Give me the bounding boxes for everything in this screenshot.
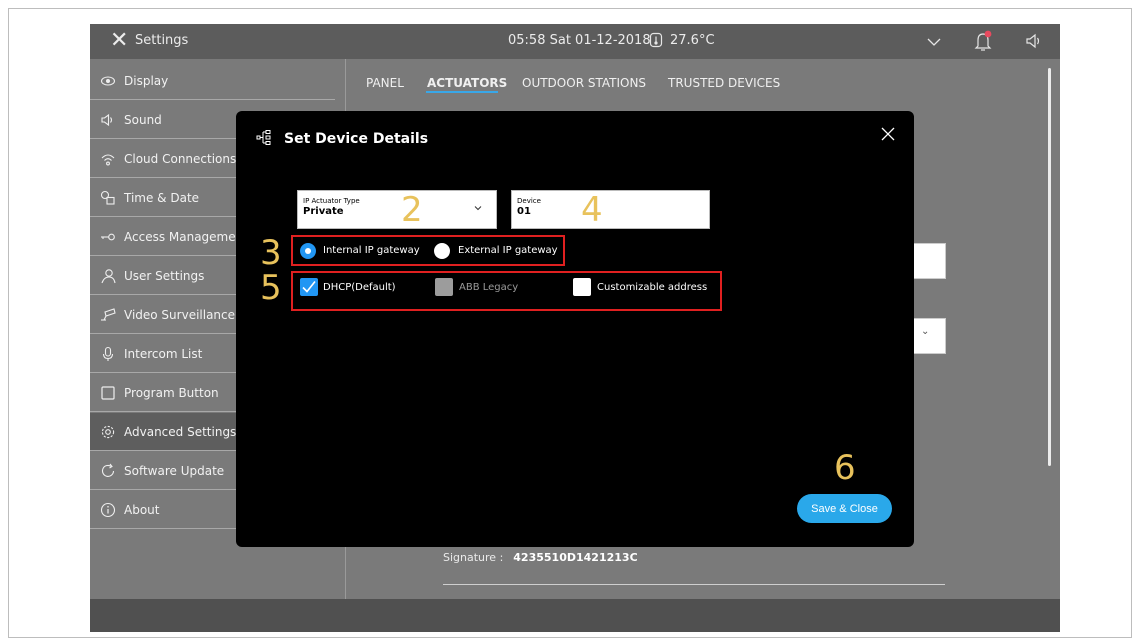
tab-actuators[interactable]: ACTUATORS — [427, 76, 507, 90]
tab-outdoor-stations[interactable]: OUTDOOR STATIONS — [522, 76, 646, 90]
internal-gateway-radio[interactable] — [300, 243, 316, 259]
top-bar: ✕ Settings 05:58 Sat 01-12-2018 27.6°C — [90, 24, 1060, 59]
close-icon[interactable] — [879, 125, 897, 143]
sidebar-item-label: About — [124, 503, 160, 517]
dhcp-checkbox[interactable] — [300, 278, 318, 296]
sidebar-item-label: Video Surveillance — [124, 308, 236, 322]
field-value: 01 — [517, 206, 531, 217]
tab-trusted-devices[interactable]: TRUSTED DEVICES — [668, 76, 780, 90]
chevron-down-icon: ⌄ — [921, 326, 930, 337]
temperature-display: 27.6°C — [670, 33, 715, 48]
dialog-title: Set Device Details — [284, 131, 429, 147]
sidebar-item-label: Cloud Connections — [124, 152, 237, 166]
sidebar-item-label: Time & Date — [124, 191, 200, 205]
annotation-number: 5 — [260, 268, 282, 308]
sidebar-item-label: Software Update — [124, 464, 225, 478]
signature-divider — [443, 584, 945, 585]
thermometer-icon — [649, 32, 663, 48]
external-gateway-radio[interactable] — [434, 243, 450, 259]
sidebar-item-label: Program Button — [124, 386, 219, 400]
annotation-number: 6 — [834, 448, 856, 488]
checkbox-label: ABB Legacy — [459, 282, 519, 293]
checkbox-label: DHCP(Default) — [323, 282, 396, 293]
chevron-down-icon — [474, 206, 482, 211]
gear-icon — [100, 424, 116, 440]
eye-icon — [100, 73, 116, 89]
refresh-icon — [100, 463, 116, 479]
background-dropdown[interactable]: ⌄ — [912, 318, 946, 354]
camera-icon — [100, 307, 116, 323]
signature-label: Signature : — [443, 551, 504, 564]
signature-row: Signature : 4235510D1421213C — [443, 551, 638, 564]
device-number-field[interactable]: Device 01 — [511, 190, 710, 229]
info-icon — [100, 502, 116, 518]
active-tab-indicator — [426, 91, 498, 93]
field-label: Device — [517, 197, 541, 205]
annotation-number: 3 — [260, 233, 282, 273]
window-title: Settings — [135, 33, 189, 48]
background-input-field[interactable] — [912, 243, 946, 279]
signature-value: 4235510D1421213C — [513, 551, 638, 564]
speaker-icon[interactable] — [1025, 32, 1043, 50]
bell-icon[interactable] — [973, 30, 993, 52]
annotation-number: 2 — [401, 190, 423, 230]
save-close-button[interactable]: Save & Close — [797, 494, 892, 523]
datetime-display: 05:58 Sat 01-12-2018 — [508, 33, 651, 48]
sidebar-item-label: Sound — [124, 113, 162, 127]
scrollbar[interactable] — [1048, 68, 1051, 466]
sidebar-item-label: Display — [124, 74, 169, 88]
sidebar-item-label: Access Manageme — [124, 230, 236, 244]
chevron-down-icon[interactable] — [926, 34, 942, 50]
radio-label: External IP gateway — [458, 245, 558, 256]
customizable-address-checkbox[interactable] — [573, 278, 591, 296]
sidebar-item-label: User Settings — [124, 269, 205, 283]
mic-icon — [100, 346, 116, 362]
close-settings-button[interactable]: ✕ — [110, 28, 128, 54]
wifi-icon — [100, 151, 116, 167]
radio-label: Internal IP gateway — [323, 245, 420, 256]
sidebar-item-label: Advanced Settings — [124, 425, 237, 439]
sidebar-item-display[interactable]: Display — [90, 62, 335, 100]
speaker-icon — [100, 112, 116, 128]
bottom-bar — [90, 599, 1060, 632]
sidebar-item-label: Intercom List — [124, 347, 203, 361]
annotation-number: 4 — [581, 190, 603, 230]
checkbox-label: Customizable address — [597, 282, 708, 293]
square-icon — [100, 385, 116, 401]
user-icon — [100, 268, 116, 284]
actuator-type-select[interactable]: IP Actuator Type Private — [297, 190, 497, 229]
field-value: Private — [303, 206, 344, 217]
abb-legacy-checkbox[interactable] — [435, 278, 453, 296]
device-tree-icon — [256, 130, 271, 145]
field-label: IP Actuator Type — [303, 197, 360, 205]
clock-icon — [100, 190, 116, 206]
tab-panel[interactable]: PANEL — [366, 76, 404, 90]
set-device-details-dialog: Set Device Details IP Actuator Type Priv… — [236, 111, 914, 547]
key-icon — [100, 229, 116, 245]
